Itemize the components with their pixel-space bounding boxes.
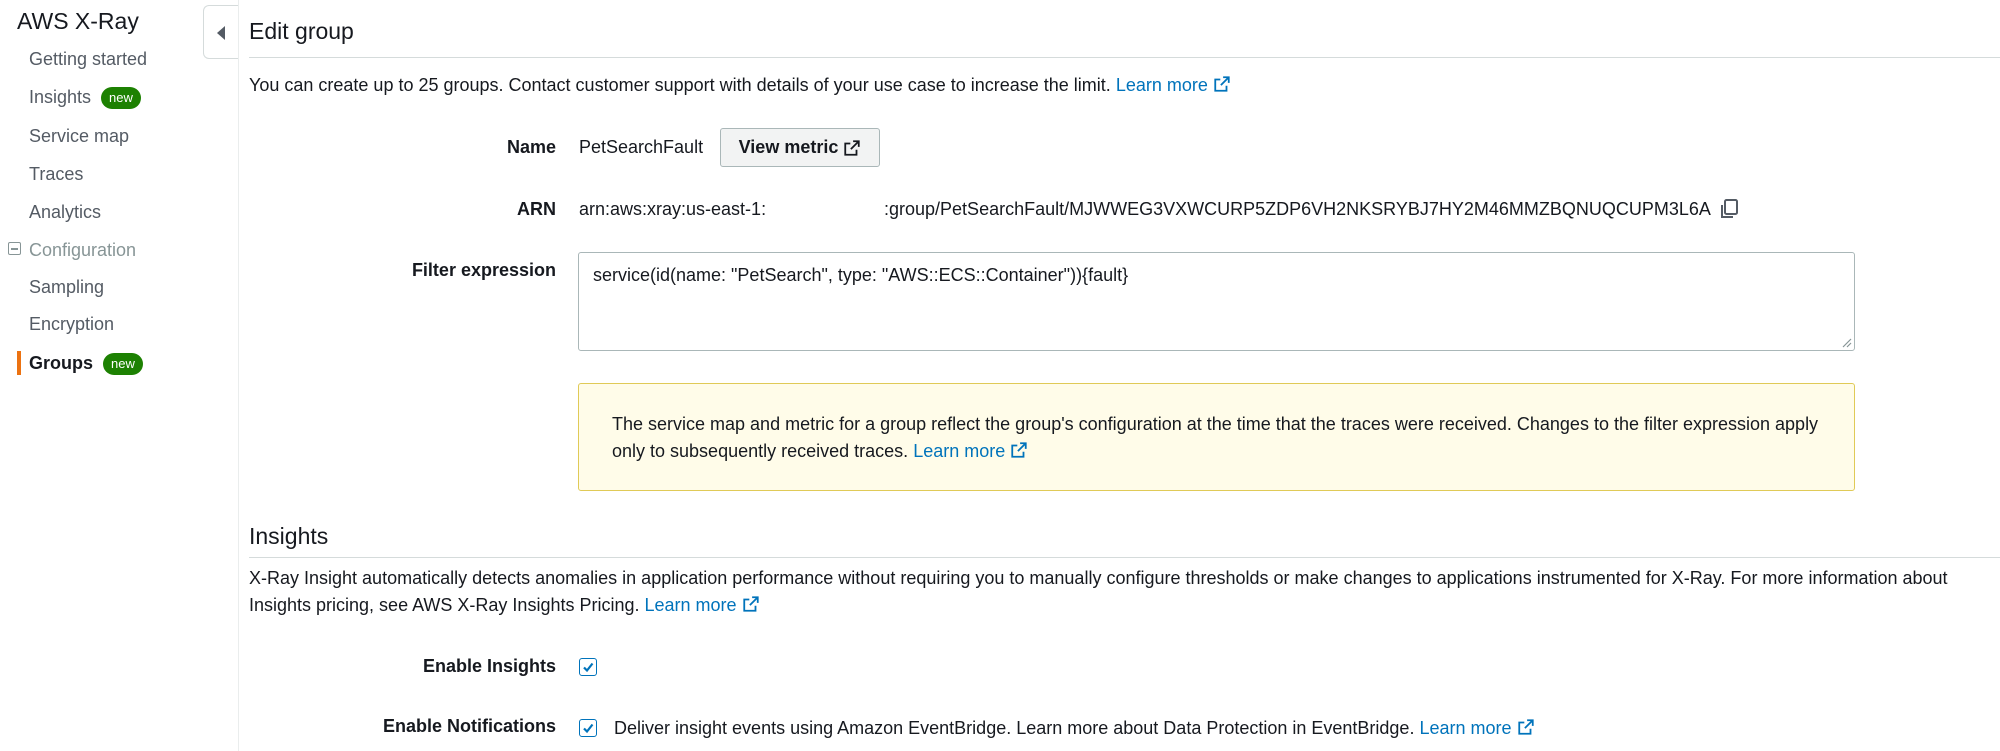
sidebar-section-configuration[interactable]: Configuration: [8, 237, 136, 263]
learn-more-link[interactable]: Learn more: [1116, 75, 1231, 95]
sidebar: AWS X-Ray Getting started Insights new Se…: [0, 0, 239, 751]
sidebar-item-groups[interactable]: Groups new: [29, 350, 143, 376]
enable-notifications-checkbox[interactable]: [579, 719, 597, 737]
sidebar-item-label: Insights: [29, 87, 92, 107]
filter-expression-input[interactable]: service(id(name: "PetSearch", type: "AWS…: [578, 252, 1855, 351]
sidebar-item-label: Analytics: [29, 202, 102, 222]
sidebar-item-getting-started[interactable]: Getting started: [29, 46, 147, 72]
page-title: Edit group: [249, 18, 354, 44]
sidebar-item-insights[interactable]: Insights new: [29, 84, 141, 110]
new-badge: new: [101, 87, 141, 109]
name-label: Name: [506, 137, 556, 157]
sidebar-item-analytics[interactable]: Analytics: [29, 199, 101, 225]
collapse-section-icon[interactable]: [8, 242, 21, 255]
insights-section-title: Insights: [249, 523, 329, 549]
notifications-description: Deliver insight events using Amazon Even…: [614, 718, 1535, 739]
notifications-text: Deliver insight events using Amazon Even…: [614, 718, 1415, 738]
external-link-icon: [1011, 442, 1027, 458]
sidebar-section-label: Configuration: [29, 240, 137, 260]
sidebar-item-label: Traces: [29, 164, 84, 184]
enable-insights-checkbox[interactable]: [579, 658, 597, 676]
sidebar-item-traces[interactable]: Traces: [29, 161, 83, 187]
resize-grip-icon[interactable]: [1840, 336, 1852, 348]
sidebar-item-label: Service map: [29, 126, 130, 146]
learn-more-label: Learn more: [644, 595, 737, 615]
sidebar-item-sampling[interactable]: Sampling: [29, 274, 104, 300]
learn-more-label: Learn more: [1115, 75, 1208, 95]
filter-expression-label: Filter expression: [411, 260, 556, 280]
learn-more-label: Learn more: [1419, 718, 1512, 738]
external-link-icon: [844, 139, 861, 156]
sidebar-item-label: Getting started: [29, 49, 148, 69]
new-badge: new: [103, 353, 143, 375]
sidebar-item-label: Groups: [29, 353, 94, 373]
insights-description: X-Ray Insight automatically detects anom…: [249, 565, 1969, 619]
copy-icon[interactable]: [1717, 197, 1741, 221]
learn-more-label: Learn more: [913, 441, 1006, 461]
enable-notifications-label: Enable Notifications: [382, 716, 556, 736]
arn-label: ARN: [517, 199, 556, 219]
insights-divider: [249, 557, 2000, 558]
external-link-icon: [742, 596, 759, 612]
active-indicator: [17, 351, 21, 375]
arn-suffix: :group/PetSearchFault/MJWWEG3VXWCURP5ZDP…: [884, 199, 1711, 219]
header-divider: [249, 57, 2000, 58]
external-link-icon: [1214, 76, 1230, 92]
checkmark-icon: [583, 662, 594, 673]
view-metric-button[interactable]: View metric: [720, 128, 880, 167]
insights-learn-more-link[interactable]: Learn more: [645, 595, 760, 615]
name-value: PetSearchFault: [579, 137, 704, 157]
sidebar-item-label: Encryption: [29, 314, 115, 334]
insights-description-text: X-Ray Insight automatically detects anom…: [249, 568, 1948, 615]
collapse-sidebar-button[interactable]: [203, 5, 238, 59]
sidebar-title: AWS X-Ray: [17, 8, 139, 34]
collapse-arrow-icon: [217, 26, 225, 40]
filter-expression-value: service(id(name: "PetSearch", type: "AWS…: [593, 265, 1129, 285]
external-link-icon: [1517, 719, 1534, 735]
sidebar-item-service-map[interactable]: Service map: [29, 123, 129, 149]
arn-prefix: arn:aws:xray:us-east-1:: [579, 199, 767, 219]
description-text: You can create up to 25 groups. Contact …: [249, 75, 1111, 95]
edit-group-description: You can create up to 25 groups. Contact …: [249, 72, 1231, 99]
notifications-learn-more-link[interactable]: Learn more: [1419, 718, 1534, 738]
alert-learn-more-link[interactable]: Learn more: [913, 441, 1028, 461]
info-alert: The service map and metric for a group r…: [578, 383, 1855, 491]
view-metric-label: View metric: [738, 137, 839, 157]
alert-text: The service map and metric for a group r…: [612, 414, 1819, 461]
sidebar-item-encryption[interactable]: Encryption: [29, 311, 114, 337]
checkmark-icon: [583, 723, 594, 734]
enable-insights-label: Enable Insights: [422, 656, 556, 676]
sidebar-item-label: Sampling: [29, 277, 105, 297]
